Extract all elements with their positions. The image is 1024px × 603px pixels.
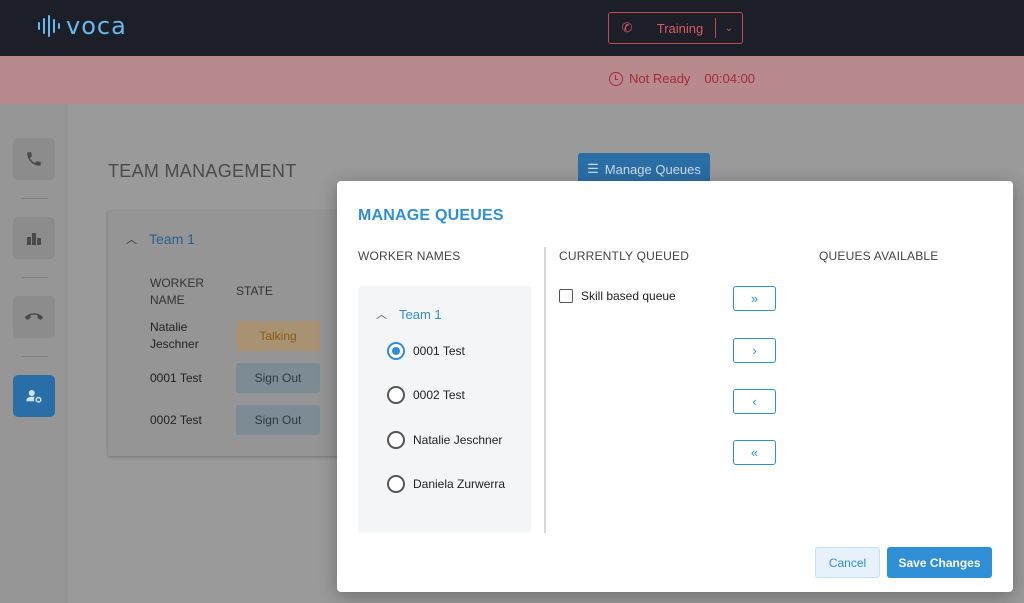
column-header-queues-available: QUEUES AVAILABLE bbox=[819, 249, 939, 263]
app-logo: voca bbox=[38, 12, 127, 40]
top-bar: voca ✆ Training ⌄ bbox=[0, 0, 1024, 56]
worker-option[interactable]: 0001 Test bbox=[387, 342, 465, 360]
table-row-name: 0002 Test bbox=[150, 413, 202, 427]
sidebar-item-hangup[interactable] bbox=[13, 296, 55, 338]
phone-hangup-icon bbox=[25, 313, 43, 320]
cancel-button[interactable]: Cancel bbox=[815, 547, 880, 578]
column-header-worker-name: WORKER NAME bbox=[150, 276, 204, 307]
status-label: Not Ready bbox=[629, 71, 691, 86]
logo-text: voca bbox=[66, 12, 127, 40]
sidebar-item-phone[interactable] bbox=[13, 138, 55, 180]
chevron-up-icon[interactable]: ︿ bbox=[126, 231, 137, 247]
column-divider bbox=[544, 247, 546, 533]
move-all-left-button[interactable]: « bbox=[733, 440, 776, 465]
page-title: TEAM MANAGEMENT bbox=[108, 161, 297, 181]
manage-queues-label: Manage Queues bbox=[604, 161, 701, 177]
sidebar-item-team[interactable] bbox=[13, 375, 55, 417]
team-settings-icon bbox=[26, 390, 42, 403]
column-header-worker-names: WORKER NAMES bbox=[358, 249, 461, 263]
team-card-header[interactable]: ︿ Team 1 bbox=[126, 231, 195, 247]
sidebar bbox=[0, 104, 68, 603]
status-badge: Talking bbox=[236, 321, 320, 351]
worker-list-panel: ︿ Team 1 0001 Test 0002 Test Natalie Jes… bbox=[358, 286, 531, 533]
move-left-button[interactable]: ‹ bbox=[733, 389, 776, 414]
save-changes-button[interactable]: Save Changes bbox=[887, 547, 992, 578]
phone-icon bbox=[27, 152, 41, 166]
worker-name: 0001 Test bbox=[413, 344, 465, 358]
manage-queues-modal: MANAGE QUEUES WORKER NAMES CURRENTLY QUE… bbox=[337, 181, 1013, 592]
logo-waveform-icon bbox=[38, 14, 60, 38]
status-timer: 00:04:00 bbox=[704, 71, 756, 86]
team-group-name: Team 1 bbox=[399, 306, 442, 322]
training-status-dropdown[interactable]: ✆ Training ⌄ bbox=[608, 12, 743, 44]
sliders-icon: ☰ bbox=[587, 161, 599, 176]
radio-unselected[interactable] bbox=[387, 386, 405, 404]
move-all-right-button[interactable]: » bbox=[733, 286, 776, 311]
chevron-up-icon[interactable]: ︿ bbox=[376, 306, 387, 322]
queue-checkbox[interactable] bbox=[559, 289, 573, 303]
clock-icon bbox=[609, 71, 623, 86]
team-group-header[interactable]: ︿ Team 1 bbox=[376, 306, 442, 322]
team-name: Team 1 bbox=[149, 231, 195, 247]
training-label: Training bbox=[656, 20, 704, 36]
move-right-button[interactable]: › bbox=[733, 338, 776, 363]
column-header-currently-queued: CURRENTLY QUEUED bbox=[559, 249, 690, 263]
radio-unselected[interactable] bbox=[387, 431, 405, 449]
bar-chart-icon bbox=[27, 233, 41, 245]
queue-item[interactable]: Skill based queue bbox=[559, 289, 676, 303]
status-bar: Not Ready 00:04:00 bbox=[0, 56, 1024, 104]
table-row-name: Natalie Jeschner bbox=[150, 320, 199, 351]
modal-title: MANAGE QUEUES bbox=[358, 207, 504, 224]
worker-name: 0002 Test bbox=[413, 388, 465, 402]
sign-out-button[interactable]: Sign Out bbox=[236, 405, 320, 435]
radio-unselected[interactable] bbox=[387, 475, 405, 493]
worker-name: Daniela Zurwerra bbox=[413, 477, 506, 491]
agent-status: Not Ready 00:04:00 bbox=[609, 71, 755, 86]
team-card: ︿ Team 1 WORKER NAME STATE Natalie Jesch… bbox=[108, 211, 348, 456]
table-row-name: 0001 Test bbox=[150, 371, 202, 385]
worker-name: Natalie Jeschner bbox=[413, 433, 503, 447]
queue-name: Skill based queue bbox=[581, 289, 676, 303]
worker-option[interactable]: Daniela Zurwerra bbox=[387, 475, 505, 493]
sidebar-item-stats[interactable] bbox=[13, 217, 55, 259]
radio-selected[interactable] bbox=[387, 342, 405, 360]
worker-option[interactable]: Natalie Jeschner bbox=[387, 431, 502, 449]
phone-muted-icon: ✆ bbox=[621, 20, 633, 35]
chevron-down-icon[interactable]: ⌄ bbox=[716, 23, 742, 34]
sign-out-button[interactable]: Sign Out bbox=[236, 363, 320, 393]
worker-option[interactable]: 0002 Test bbox=[387, 386, 465, 404]
column-header-state: STATE bbox=[236, 284, 273, 298]
